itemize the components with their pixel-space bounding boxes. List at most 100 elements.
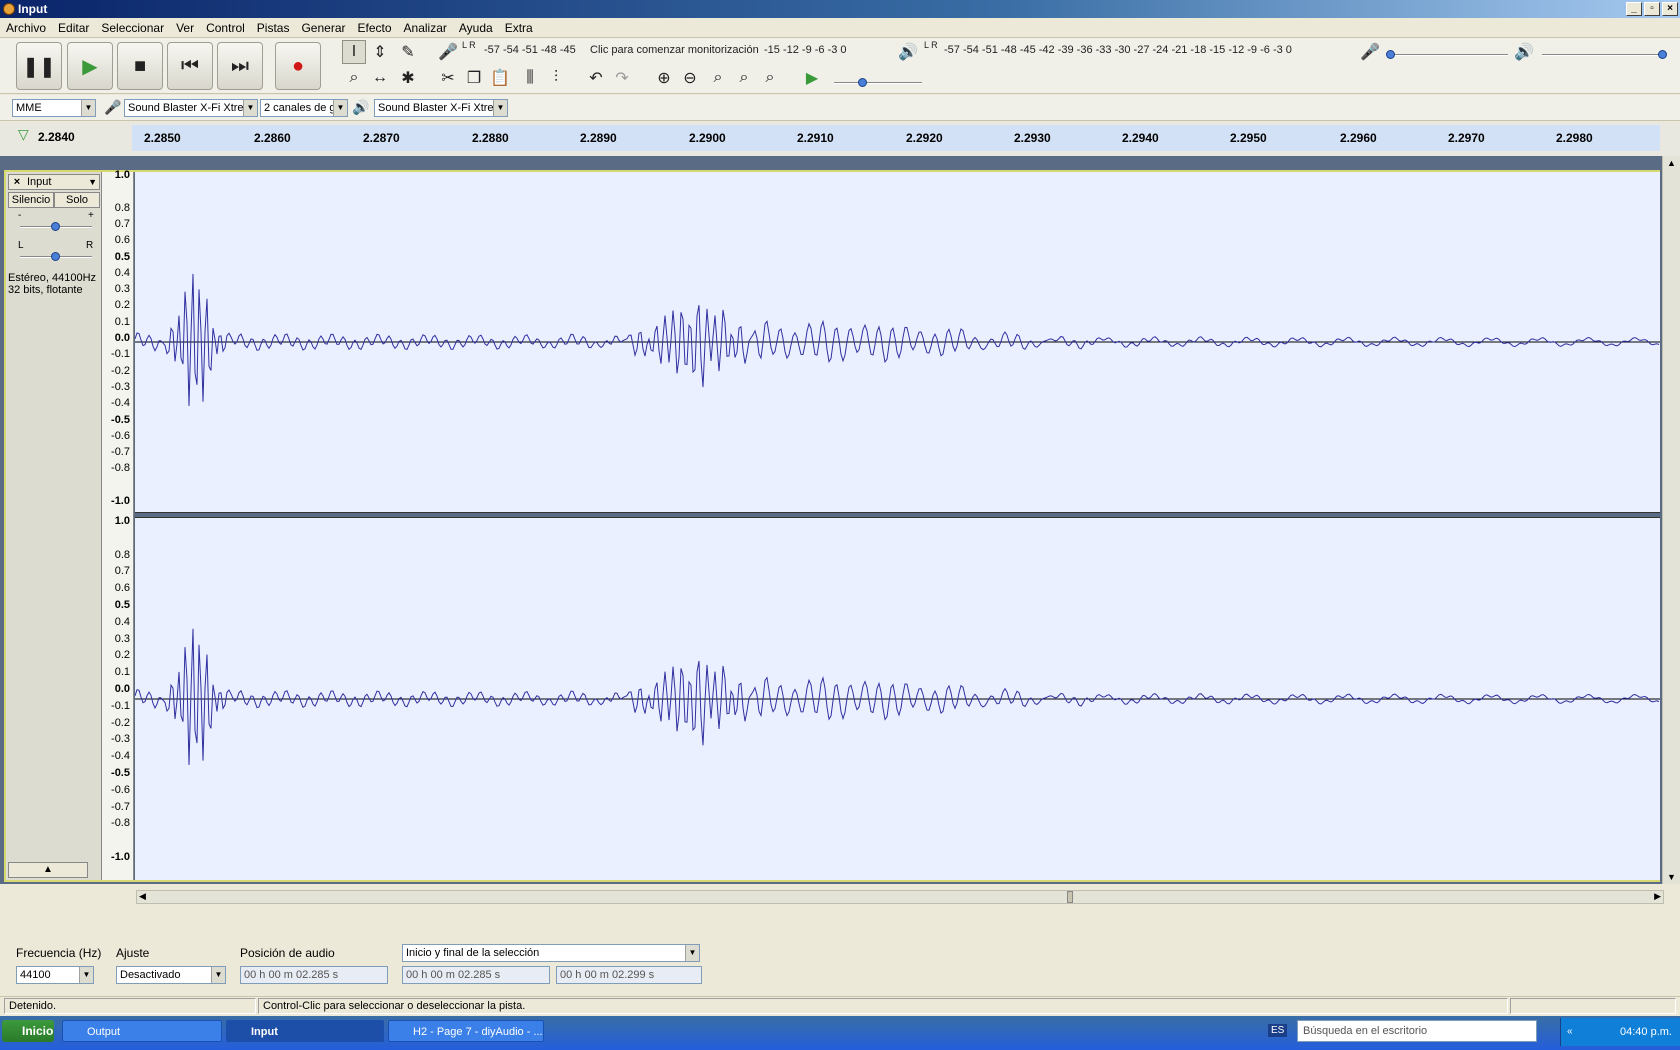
taskbar-item-input[interactable]: Input <box>226 1020 384 1042</box>
language-indicator[interactable]: ES <box>1268 1024 1288 1037</box>
cut-button[interactable]: ✂ <box>436 66 460 90</box>
selection-tool[interactable]: I <box>342 40 366 64</box>
tray-expand-icon[interactable]: « <box>1567 1018 1573 1046</box>
paste-button[interactable]: 📋 <box>488 66 512 90</box>
scroll-left-icon[interactable]: ◀ <box>139 891 146 902</box>
pan-left-label: L <box>18 240 24 251</box>
selection-start-field[interactable]: 00 h 00 m 02.285 s <box>402 966 550 984</box>
pan-slider[interactable] <box>20 252 92 261</box>
start-button[interactable]: Inicio <box>2 1020 54 1042</box>
waveform-channel-right[interactable] <box>135 518 1660 880</box>
rate-select[interactable]: 44100 ▼ <box>16 966 94 984</box>
taskbar-item-label: Input <box>251 1026 278 1038</box>
multi-tool[interactable]: ✱ <box>396 66 420 90</box>
menu-extra[interactable]: Extra <box>499 21 539 35</box>
close-track-icon[interactable]: × <box>11 175 23 189</box>
track-name-bar[interactable]: × Input ▼ <box>8 174 100 190</box>
maximize-button[interactable]: ▫ <box>1644 2 1660 16</box>
play-head-triangle-icon[interactable]: ▽ <box>18 126 29 143</box>
play-speed-slider[interactable] <box>834 78 922 87</box>
audio-position-field[interactable]: 00 h 00 m 02.285 s <box>240 966 388 984</box>
fit-project-button[interactable]: ⌕ <box>732 66 756 90</box>
chevron-down-icon: ▼ <box>81 100 95 116</box>
envelope-tool[interactable]: ⇕ <box>368 40 392 64</box>
menu-efecto[interactable]: Efecto <box>352 21 398 35</box>
taskbar-item-browser[interactable]: H2 - Page 7 - diyAudio - ... <box>388 1020 544 1042</box>
amplitude-tick: -0.4 <box>111 750 130 763</box>
horizontal-scrollbar[interactable]: ◀ ▶ <box>136 890 1664 904</box>
redo-button[interactable]: ↷ <box>610 66 634 90</box>
input-volume-slider[interactable] <box>1386 50 1508 59</box>
zoom-out-button[interactable]: ⊖ <box>678 66 702 90</box>
silence-button[interactable]: ⫶ <box>544 66 568 90</box>
skip-to-start-button[interactable]: ⏮ <box>167 42 213 90</box>
playback-device-select[interactable]: Sound Blaster X-Fi Xtrem ▼ <box>374 99 508 117</box>
skip-to-end-button[interactable]: ⏭ <box>217 42 263 90</box>
waveform-channel-left[interactable] <box>135 172 1660 512</box>
menu-ayuda[interactable]: Ayuda <box>453 21 499 35</box>
chevron-down-icon: ▼ <box>79 967 93 983</box>
envelope-icon: ⇕ <box>373 44 387 61</box>
channels-select[interactable]: 2 canales de g ▼ <box>260 99 348 117</box>
snap-select[interactable]: Desactivado ▼ <box>116 966 226 984</box>
menu-analizar[interactable]: Analizar <box>398 21 453 35</box>
gain-slider[interactable] <box>20 222 92 231</box>
rec-meter-lr: L R <box>462 40 476 50</box>
undo-button[interactable]: ↶ <box>584 66 608 90</box>
trim-audio-icon: ⫼ <box>526 69 534 86</box>
record-meter-mic[interactable]: 🎤 <box>436 40 460 64</box>
minimize-button[interactable]: _ <box>1626 2 1642 16</box>
play-meter-scale: -57 -54 -51 -48 -45 -42 -39 -36 -33 -30 … <box>944 44 1292 56</box>
menu-pistas[interactable]: Pistas <box>251 21 296 35</box>
scroll-right-icon[interactable]: ▶ <box>1654 891 1661 902</box>
audio-host-select[interactable]: MME ▼ <box>12 99 96 117</box>
output-volume-icon: 🔊 <box>1512 40 1536 64</box>
timeshift-tool[interactable]: ↔ <box>368 66 392 90</box>
ibeam-icon: I <box>351 43 357 60</box>
amplitude-tick: -0.5 <box>111 767 130 779</box>
mute-button[interactable]: Silencio <box>8 192 54 208</box>
zoom-toggle-button[interactable]: ⌕ <box>758 66 782 90</box>
timeline-ruler[interactable]: ▽ 2.2840 2.2850 2.2860 2.2870 2.2880 2.2… <box>0 122 1680 156</box>
scroll-thumb[interactable] <box>1067 891 1073 903</box>
audio-track[interactable]: × Input ▼ Silencio Solo - + L R Estéreo,… <box>4 169 1660 882</box>
vertical-scrollbar[interactable]: ▲ ▼ <box>1662 156 1680 884</box>
menu-editar[interactable]: Editar <box>52 21 95 35</box>
recording-device-select[interactable]: Sound Blaster X-Fi Xtrem ▼ <box>124 99 258 117</box>
pause-button[interactable]: ❚❚ <box>16 42 62 90</box>
menu-archivo[interactable]: Archivo <box>0 21 52 35</box>
amplitude-tick: 0.2 <box>114 299 130 312</box>
copy-button[interactable]: ❐ <box>462 66 486 90</box>
fit-selection-button[interactable]: ⌕ <box>706 66 730 90</box>
stop-button[interactable]: ■ <box>117 42 163 90</box>
rec-meter-prompt[interactable]: Clic para comenzar monitorización <box>590 44 759 56</box>
waveform-area[interactable] <box>135 172 1660 880</box>
play-at-speed-button[interactable]: ▶ <box>800 66 824 90</box>
menu-control[interactable]: Control <box>200 21 251 35</box>
play-meter-speaker[interactable]: 🔊 <box>896 40 920 64</box>
selection-mode-select[interactable]: Inicio y final de la selección ▼ <box>402 944 700 962</box>
output-volume-slider[interactable] <box>1542 50 1667 59</box>
scroll-up-icon[interactable]: ▲ <box>1667 158 1676 168</box>
status-state: Detenido. <box>4 998 256 1014</box>
menu-generar[interactable]: Generar <box>295 21 351 35</box>
selection-end-field[interactable]: 00 h 00 m 02.299 s <box>556 966 702 984</box>
scroll-down-icon[interactable]: ▼ <box>1667 872 1676 882</box>
chevron-down-icon[interactable]: ▼ <box>88 175 97 189</box>
audio-host-value: MME <box>16 102 42 114</box>
record-button[interactable]: ● <box>275 42 321 90</box>
solo-button[interactable]: Solo <box>54 192 100 208</box>
timeline-track[interactable]: 2.2850 2.2860 2.2870 2.2880 2.2890 2.290… <box>132 125 1660 151</box>
draw-tool[interactable]: ✎ <box>396 40 420 64</box>
collapse-track-button[interactable]: ▲ <box>8 862 88 878</box>
menu-seleccionar[interactable]: Seleccionar <box>95 21 170 35</box>
zoom-tool[interactable]: ⌕ <box>342 66 366 90</box>
trim-button[interactable]: ⫼ <box>518 66 542 90</box>
zoom-in-button[interactable]: ⊕ <box>652 66 676 90</box>
menu-ver[interactable]: Ver <box>170 21 200 35</box>
close-button[interactable]: × <box>1662 2 1678 16</box>
amplitude-tick: -0.8 <box>111 462 130 475</box>
taskbar-item-output[interactable]: Output <box>62 1020 222 1042</box>
play-button[interactable]: ▶ <box>67 42 113 90</box>
desktop-search-input[interactable]: Búsqueda en el escritorio <box>1297 1020 1537 1042</box>
